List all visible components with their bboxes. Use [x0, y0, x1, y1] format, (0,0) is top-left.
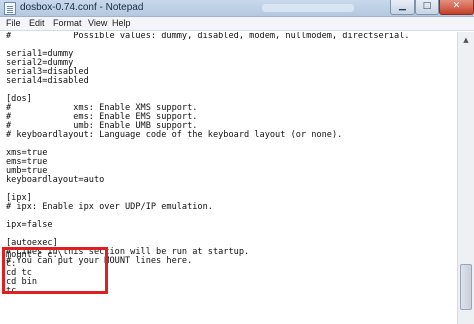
editor-line: # Possible values: dummy, disabled, mode… [6, 32, 410, 41]
menu-view[interactable]: View [88, 18, 107, 28]
editor-line: # ipx: Enable ipx over UDP/IP emulation. [6, 202, 213, 212]
scroll-thumb[interactable] [460, 264, 472, 310]
menu-file[interactable]: File [6, 18, 21, 28]
menu-help[interactable]: Help [112, 18, 131, 28]
vertical-scrollbar[interactable]: ▲ [457, 32, 474, 324]
scroll-up-arrow-icon[interactable]: ▲ [459, 33, 473, 47]
notepad-icon [4, 2, 16, 15]
editor-line: ipx=false [6, 220, 53, 230]
maximize-button[interactable]: □ [415, 0, 439, 15]
minimize-button[interactable]: ▁ [390, 0, 415, 15]
menu-bar: File Edit Format View Help [0, 17, 474, 31]
editor-line: # keyboardlayout: Language code of the k… [6, 130, 343, 140]
title-bar[interactable]: dosbox-0.74.conf - Notepad ▁ □ ✕ [0, 0, 474, 17]
menu-format[interactable]: Format [53, 18, 82, 28]
title-bar-blur [262, 4, 354, 12]
autoexec-highlight-box [2, 247, 108, 294]
menu-edit[interactable]: Edit [29, 18, 45, 28]
text-editor[interactable]: # Possible values: dummy, disabled, mode… [0, 32, 457, 324]
notepad-window: dosbox-0.74.conf - Notepad ▁ □ ✕ File Ed… [0, 0, 474, 324]
close-button[interactable]: ✕ [439, 0, 474, 15]
editor-line: keyboardlayout=auto [6, 175, 105, 185]
editor-line: serial4=disabled [6, 76, 89, 86]
window-title: dosbox-0.74.conf - Notepad [20, 2, 144, 13]
